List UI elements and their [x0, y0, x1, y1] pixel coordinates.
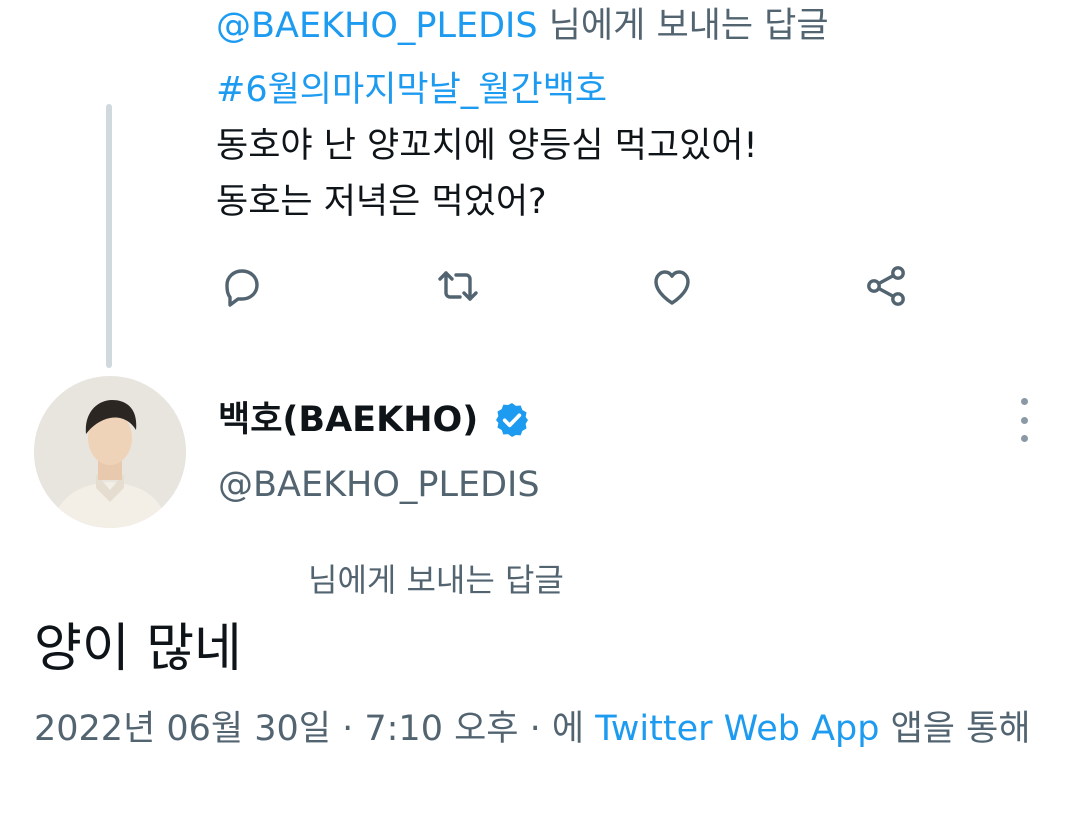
like-button[interactable]	[644, 258, 700, 314]
avatar[interactable]	[34, 376, 186, 528]
reply-to-handle-link[interactable]: @BAEKHO_PLEDIS	[216, 6, 538, 46]
tweet-action-bar	[216, 258, 936, 314]
like-icon	[654, 270, 690, 305]
reply-note: 님에게 보내는 답글	[308, 561, 564, 599]
previous-tweet-text-line1: 동호야 난 양꼬치에 양등심 먹고있어!	[216, 126, 758, 166]
thread-connector-line	[106, 104, 112, 368]
author-handle[interactable]: @BAEKHO_PLEDIS	[218, 460, 540, 510]
source-suffix: 앱을 통해	[890, 709, 1031, 749]
more-dot-icon	[1020, 416, 1028, 424]
hashtag-link[interactable]: #6월의마지막날_월간백호	[216, 66, 607, 114]
more-dot-icon	[1020, 398, 1028, 405]
avatar-photo	[34, 376, 186, 528]
share-icon	[867, 266, 905, 306]
reply-to-suffix: 님에게 보내는 답글	[537, 6, 829, 46]
tweet-timestamp[interactable]: 2022년 06월 30일 · 7:10 오후 · 에	[34, 709, 584, 749]
tweet-text: 양이 많네	[34, 619, 242, 679]
tweet-meta: 2022년 06월 30일 · 7:10 오후 · 에 Twitter Web …	[34, 702, 1044, 756]
verified-badge-icon	[496, 403, 529, 437]
author-display-name[interactable]: 백호(BAEKHO)	[218, 395, 478, 445]
more-options-button[interactable]	[1008, 398, 1040, 442]
author-display-name-row[interactable]: 백호(BAEKHO)	[218, 395, 532, 445]
reply-icon	[225, 269, 259, 307]
more-dot-icon	[1020, 435, 1028, 442]
retweet-button[interactable]	[430, 258, 486, 314]
reply-button[interactable]	[214, 258, 270, 314]
previous-tweet-text-line2: 동호는 저녁은 먹었어?	[216, 182, 547, 222]
reply-to-line: @BAEKHO_PLEDIS 님에게 보내는 답글	[216, 2, 829, 50]
retweet-icon	[438, 271, 478, 301]
share-button[interactable]	[858, 258, 914, 314]
tweet-detail-page: @BAEKHO_PLEDIS 님에게 보내는 답글 #6월의마지막날_월간백호 …	[0, 0, 1080, 835]
source-app-link[interactable]: Twitter Web App	[595, 709, 879, 749]
